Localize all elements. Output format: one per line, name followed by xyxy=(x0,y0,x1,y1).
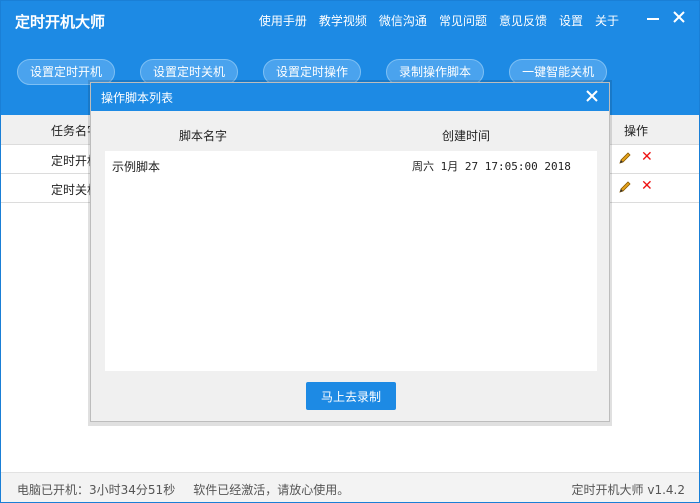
column-script-name: 脚本名字 xyxy=(179,129,228,143)
record-now-button[interactable]: 马上去录制 xyxy=(306,382,396,410)
delete-icon[interactable]: ✕ xyxy=(641,149,653,165)
status-bar: 电脑已开机：3小时34分51秒 软件已经激活，请放心使用。 定时开机大师 v1.4… xyxy=(1,472,699,502)
column-ops: 操作 xyxy=(624,124,649,138)
nav-faq[interactable]: 常见问题 xyxy=(439,12,487,29)
script-list-dialog: 操作脚本列表 脚本名字 创建时间 示例脚本 周六 1月 27 17:05:00 … xyxy=(90,82,610,422)
nav-wechat[interactable]: 微信沟通 xyxy=(379,12,427,29)
app-title: 定时开机大师 xyxy=(15,13,106,31)
close-window-icon[interactable] xyxy=(671,9,687,25)
status-info: 电脑已开机：3小时34分51秒 软件已经激活，请放心使用。 xyxy=(17,481,349,498)
close-icon[interactable] xyxy=(585,89,599,103)
nav-manual[interactable]: 使用手册 xyxy=(259,12,307,29)
pencil-icon[interactable] xyxy=(618,151,632,165)
pencil-icon[interactable] xyxy=(618,180,632,194)
dialog-title: 操作脚本列表 xyxy=(101,91,174,105)
dialog-titlebar: 操作脚本列表 xyxy=(91,83,609,111)
nav-feedback[interactable]: 意见反馈 xyxy=(499,12,547,29)
nav-video[interactable]: 教学视频 xyxy=(319,12,367,29)
nav-about[interactable]: 关于 xyxy=(595,12,619,29)
script-list[interactable]: 示例脚本 周六 1月 27 17:05:00 2018 xyxy=(105,151,597,371)
list-item[interactable]: 示例脚本 周六 1月 27 17:05:00 2018 xyxy=(105,151,597,177)
activation-status: 软件已经激活，请放心使用。 xyxy=(193,483,350,497)
uptime-value: 3小时34分51秒 xyxy=(89,483,176,497)
delete-icon[interactable]: ✕ xyxy=(641,178,653,194)
script-list-header: 脚本名字 创建时间 xyxy=(91,127,611,147)
script-name: 示例脚本 xyxy=(112,160,161,174)
column-created-time: 创建时间 xyxy=(442,129,491,143)
script-created-time: 周六 1月 27 17:05:00 2018 xyxy=(412,160,571,173)
nav-settings[interactable]: 设置 xyxy=(559,12,583,29)
uptime-label: 电脑已开机： xyxy=(17,483,90,497)
app-version: 定时开机大师 v1.4.2 xyxy=(571,483,685,497)
top-nav: 使用手册 教学视频 微信沟通 常见问题 意见反馈 设置 关于 xyxy=(259,12,619,29)
minimize-icon[interactable] xyxy=(645,9,661,25)
